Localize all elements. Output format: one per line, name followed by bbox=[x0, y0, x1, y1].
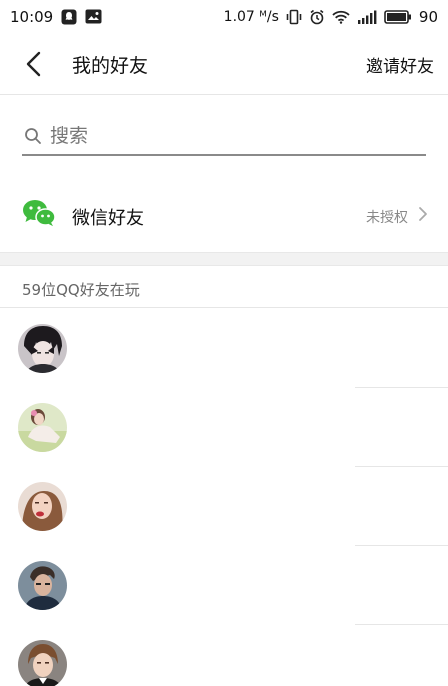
wechat-friends-row[interactable]: 微信好友 未授权 bbox=[0, 184, 448, 246]
status-bar: 10:09 1.07 ᴹ/s 90 bbox=[0, 0, 448, 33]
avatar[interactable] bbox=[18, 403, 67, 452]
wechat-friends-label: 微信好友 bbox=[72, 208, 144, 229]
section-divider bbox=[0, 252, 448, 266]
status-right: 1.07 ᴹ/s 90 bbox=[224, 8, 438, 26]
page-title: 我的好友 bbox=[72, 55, 149, 77]
qq-friends-count: 59位QQ好友在玩 bbox=[22, 281, 140, 299]
friend-list-item[interactable] bbox=[0, 309, 448, 388]
signal-icon bbox=[357, 10, 377, 24]
battery-level: 90 bbox=[418, 7, 438, 26]
chevron-left-icon bbox=[26, 51, 41, 77]
search-input[interactable] bbox=[50, 125, 410, 147]
chevron-right-icon bbox=[418, 206, 428, 226]
friend-list-item[interactable] bbox=[0, 388, 448, 467]
status-time: 10:09 bbox=[10, 7, 54, 26]
avatar[interactable] bbox=[18, 324, 67, 373]
friend-list-item[interactable] bbox=[0, 625, 448, 686]
friend-list-item[interactable] bbox=[0, 546, 448, 625]
avatar[interactable] bbox=[18, 482, 67, 531]
vibrate-icon bbox=[286, 9, 302, 25]
battery-icon bbox=[384, 9, 412, 24]
authorization-status: 未授权 bbox=[366, 210, 408, 226]
qq-notification-icon bbox=[61, 9, 77, 25]
qq-friends-header: 59位QQ好友在玩 bbox=[0, 266, 448, 308]
image-notification-icon bbox=[85, 9, 102, 24]
status-left: 10:09 bbox=[10, 8, 102, 26]
wifi-icon bbox=[332, 10, 350, 24]
title-bar: 我的好友 邀请好友 bbox=[0, 33, 448, 95]
search-bar[interactable] bbox=[22, 118, 426, 156]
friend-list-item[interactable] bbox=[0, 467, 448, 546]
alarm-icon bbox=[309, 9, 325, 25]
wechat-icon bbox=[22, 199, 56, 231]
network-speed: 1.07 ᴹ/s bbox=[223, 8, 279, 25]
back-button[interactable] bbox=[22, 51, 46, 77]
invite-friends-button[interactable]: 邀请好友 bbox=[366, 52, 434, 77]
avatar[interactable] bbox=[18, 561, 67, 610]
search-icon bbox=[25, 128, 41, 144]
avatar[interactable] bbox=[18, 640, 67, 686]
